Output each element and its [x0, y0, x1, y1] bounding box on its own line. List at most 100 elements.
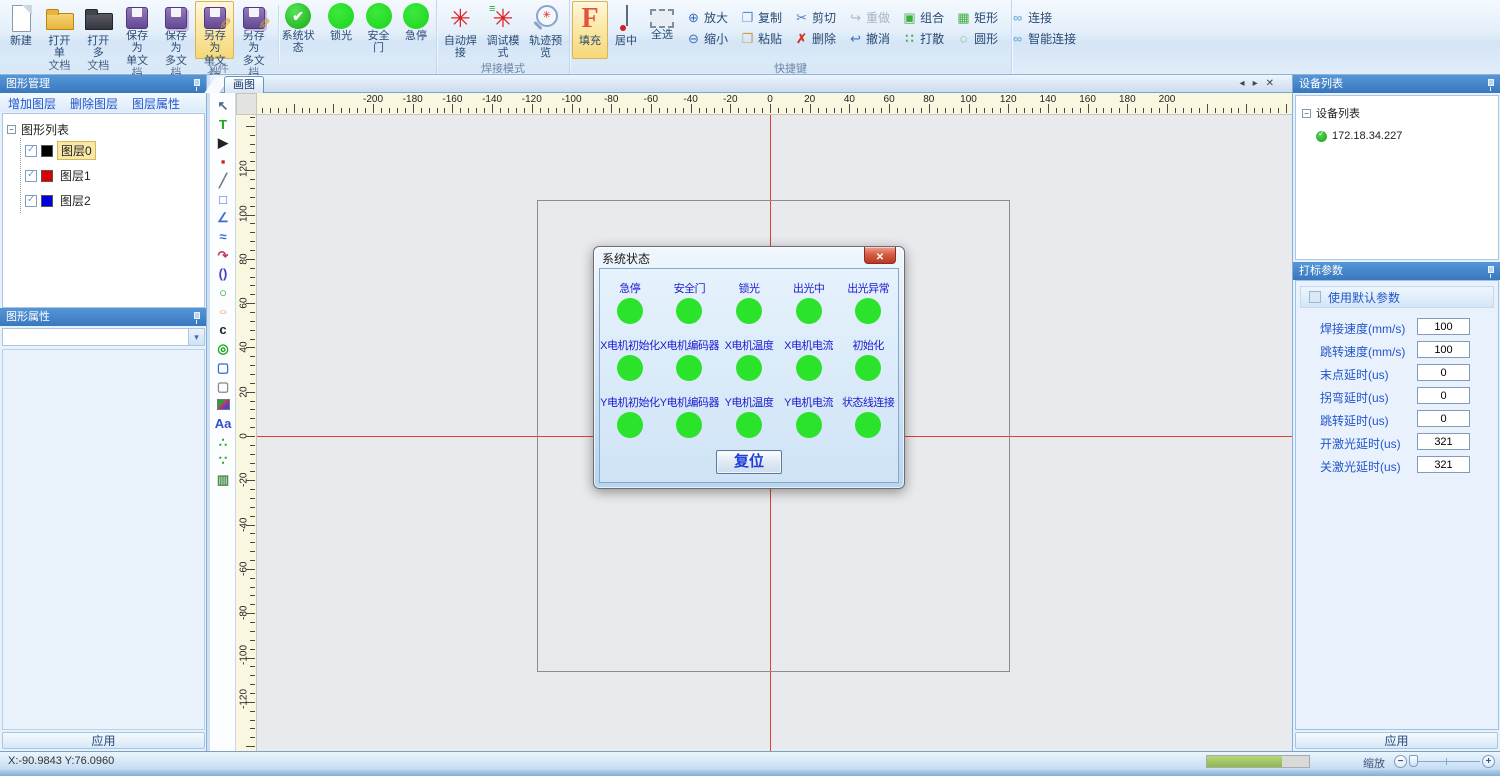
- ribbon-button-label: 系统状态: [276, 30, 320, 55]
- ribbon-button-emergency-stop[interactable]: 急停: [398, 1, 434, 59]
- layer-visible-checkbox[interactable]: [25, 170, 37, 182]
- arc-3point-tool-icon[interactable]: (): [212, 265, 234, 282]
- chevron-down-icon[interactable]: [188, 329, 204, 345]
- ribbon-button-save-multi[interactable]: 保存为 多文档: [157, 1, 196, 59]
- line-tool-icon[interactable]: ╱: [212, 172, 234, 189]
- ribbon-button-connect[interactable]: 连接: [1007, 8, 1079, 26]
- ribbon-button-rect-array[interactable]: 矩形: [953, 8, 1001, 26]
- barcode-tool-icon[interactable]: ▥: [212, 471, 234, 488]
- param-input-3[interactable]: [1417, 387, 1470, 404]
- dialog-title[interactable]: 系统状态: [602, 250, 650, 267]
- zoom-slider-thumb[interactable]: [1409, 755, 1418, 767]
- ribbon-button-fill[interactable]: 填充: [572, 1, 608, 59]
- ribbon-button-open-single-folder[interactable]: 打开单 文档: [40, 1, 79, 59]
- ribbon-button-track-preview[interactable]: 轨迹预览: [524, 1, 567, 59]
- param-input-6[interactable]: [1417, 456, 1470, 473]
- ribbon-button-redo[interactable]: 重做: [845, 8, 893, 26]
- ruler-tick: [250, 542, 255, 543]
- layer-tree-root[interactable]: 图形列表: [7, 120, 200, 138]
- zoom-slider-track[interactable]: [1410, 761, 1480, 762]
- device-item[interactable]: 172.18.34.227: [1316, 130, 1492, 142]
- node-edit-tool-icon[interactable]: ▶: [212, 134, 234, 151]
- tab-prev-icon[interactable]: [1240, 78, 1245, 90]
- rounded-rect-tool-icon[interactable]: ▢: [212, 359, 234, 376]
- tab-close-icon[interactable]: [1266, 78, 1274, 90]
- polyline-tool-icon[interactable]: ∠: [212, 209, 234, 226]
- layer-visible-checkbox[interactable]: [25, 145, 37, 157]
- rectangle-tool-icon[interactable]: □: [212, 191, 234, 208]
- ribbon-button-circle-array[interactable]: 圆形: [953, 29, 1001, 47]
- params-apply-button[interactable]: 应用: [1295, 732, 1498, 749]
- pin-icon[interactable]: [1488, 266, 1494, 273]
- param-input-2[interactable]: [1417, 364, 1470, 381]
- layer-item[interactable]: 图层2: [25, 188, 200, 213]
- ribbon-button-smart-connect[interactable]: 智能连接: [1007, 29, 1079, 47]
- param-input-4[interactable]: [1417, 410, 1470, 427]
- select-tool-icon[interactable]: ↖: [212, 97, 234, 114]
- node-connect-tool-icon[interactable]: ∵: [212, 452, 234, 469]
- collapse-icon[interactable]: [1302, 109, 1311, 118]
- layer-item[interactable]: 图层0: [25, 138, 200, 163]
- ribbon-button-zoom-out[interactable]: 缩小: [683, 29, 731, 47]
- spiral-tool-icon[interactable]: ◎: [212, 340, 234, 357]
- ribbon-button-saveas-multi[interactable]: 另存为 多文档: [234, 1, 273, 59]
- use-default-params-checkbox[interactable]: [1309, 291, 1321, 303]
- layer-color-swatch[interactable]: [41, 170, 53, 182]
- ribbon-button-select-all[interactable]: 全选: [644, 1, 680, 59]
- text-art-tool-icon[interactable]: Aa: [212, 415, 234, 432]
- ribbon-button-copy[interactable]: 复制: [737, 8, 785, 26]
- pin-icon[interactable]: [194, 312, 200, 319]
- param-input-5[interactable]: [1417, 433, 1470, 450]
- layer-action-link[interactable]: 删除图层: [70, 95, 118, 110]
- ribbon-button-save-single[interactable]: 保存为 单文档: [118, 1, 157, 59]
- ribbon-button-auto-weld[interactable]: 自动焊接: [439, 1, 482, 59]
- pin-icon[interactable]: [194, 79, 200, 86]
- param-input-0[interactable]: [1417, 318, 1470, 335]
- collapse-icon[interactable]: [7, 125, 16, 134]
- layer-action-link[interactable]: 图层属性: [132, 95, 180, 110]
- properties-combobox-input[interactable]: [3, 329, 188, 345]
- ribbon-button-cut[interactable]: 剪切: [791, 8, 839, 26]
- curve-tool-icon[interactable]: ≈: [212, 228, 234, 245]
- rounded-rect2-tool-icon[interactable]: ▢: [212, 378, 234, 395]
- ribbon-button-paste[interactable]: 粘贴: [737, 29, 785, 47]
- node-add-tool-icon[interactable]: ∴: [212, 434, 234, 451]
- ribbon-button-system-status[interactable]: 系统状态: [273, 1, 323, 59]
- ribbon-button-saveas-single[interactable]: 另存为 单文档: [195, 1, 234, 59]
- pin-icon[interactable]: [1488, 79, 1494, 86]
- reset-button[interactable]: 复位: [716, 450, 782, 474]
- ribbon-button-safety-door[interactable]: 安全门: [359, 1, 398, 59]
- layer-color-swatch[interactable]: [41, 145, 53, 157]
- layer-color-swatch[interactable]: [41, 195, 53, 207]
- layers-apply-button[interactable]: 应用: [2, 732, 205, 749]
- arc-tool-icon[interactable]: ↷: [212, 247, 234, 264]
- ribbon-button-undo[interactable]: 撤消: [845, 29, 893, 47]
- ribbon-button-debug-mode[interactable]: 调试模式: [482, 1, 525, 59]
- layer-item[interactable]: 图层1: [25, 163, 200, 188]
- point-tool-icon[interactable]: ▪: [212, 153, 234, 170]
- image-tool-icon[interactable]: [212, 396, 234, 413]
- layer-action-link[interactable]: 增加图层: [8, 95, 56, 110]
- arc-c-tool-icon[interactable]: c: [212, 321, 234, 338]
- ribbon-button-explode[interactable]: 打散: [899, 29, 947, 47]
- ribbon-button-lock-light[interactable]: 锁光: [323, 1, 359, 59]
- ribbon-button-zoom-in[interactable]: 放大: [683, 8, 731, 26]
- zoom-in-icon[interactable]: [1482, 755, 1495, 768]
- ribbon-button-combine[interactable]: 组合: [899, 8, 947, 26]
- ribbon-button-delete[interactable]: 删除: [791, 29, 839, 47]
- param-input-1[interactable]: [1417, 341, 1470, 358]
- ruler-tick: [540, 108, 541, 113]
- layer-visible-checkbox[interactable]: [25, 195, 37, 207]
- ribbon-button-new-document[interactable]: 新建: [2, 1, 40, 59]
- close-icon[interactable]: [864, 247, 896, 264]
- text-tool-icon[interactable]: T: [212, 116, 234, 133]
- ellipse-tool-icon[interactable]: ○: [212, 303, 234, 320]
- ribbon-button-center[interactable]: 居中: [608, 1, 644, 59]
- tab-draw[interactable]: 画图: [224, 76, 264, 93]
- tab-next-icon[interactable]: [1253, 78, 1258, 90]
- drawing-canvas[interactable]: 系统状态 急停安全门锁光出光中出光异常X电机初始化X电机编码器X电机温度X电机电…: [257, 115, 1292, 752]
- zoom-out-icon[interactable]: [1394, 755, 1407, 768]
- device-tree-root[interactable]: 设备列表: [1302, 104, 1492, 122]
- ribbon-button-open-multi-folder[interactable]: 打开多 文档: [79, 1, 118, 59]
- circle-tool-icon[interactable]: ○: [212, 284, 234, 301]
